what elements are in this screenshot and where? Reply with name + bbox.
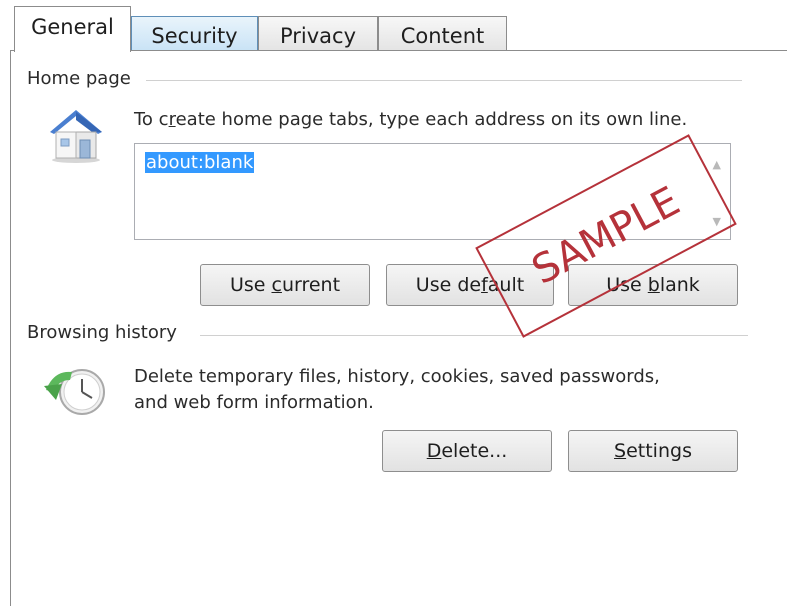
tab-security-label: Security [151,24,238,48]
tab-security[interactable]: Security [131,16,258,51]
tab-privacy-label: Privacy [279,24,357,48]
tab-content-label: Content [400,24,485,48]
tab-general-label: General [31,15,114,39]
tab-privacy[interactable]: Privacy [258,16,378,51]
tab-general[interactable]: General [14,6,131,52]
tab-content[interactable]: Content [378,16,507,51]
tab-panel [10,50,787,606]
